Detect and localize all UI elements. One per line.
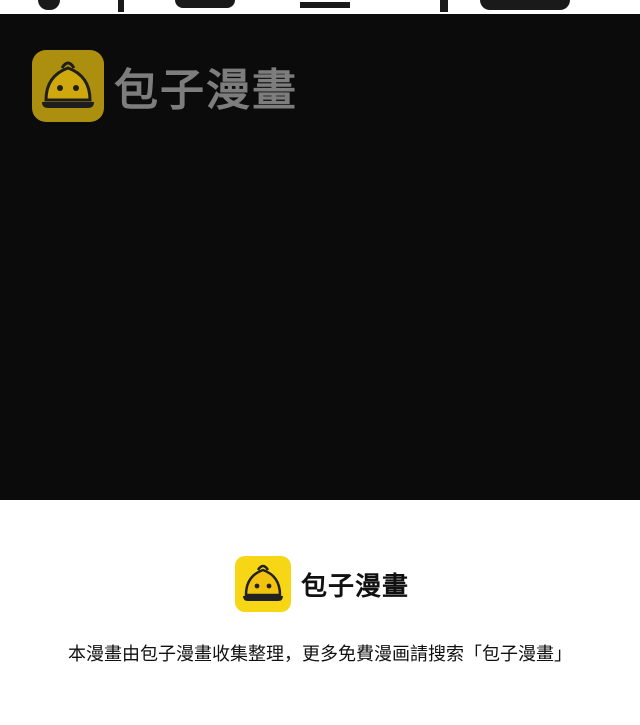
- steamed-bun-icon: [32, 50, 104, 122]
- comic-panel: 包子漫畫: [0, 14, 640, 500]
- source-notice: 本漫畫由包子漫畫收集整理，更多免費漫画請搜索「包子漫畫」: [68, 644, 572, 665]
- steamed-bun-icon: [235, 556, 291, 612]
- comic-panel-top-edge: [0, 0, 640, 14]
- watermark-brand: 包子漫畫: [114, 65, 298, 116]
- watermark: 包子漫畫: [32, 50, 298, 122]
- footer-brand: 包子漫畫: [235, 556, 409, 612]
- footer-brand-name: 包子漫畫: [301, 571, 410, 602]
